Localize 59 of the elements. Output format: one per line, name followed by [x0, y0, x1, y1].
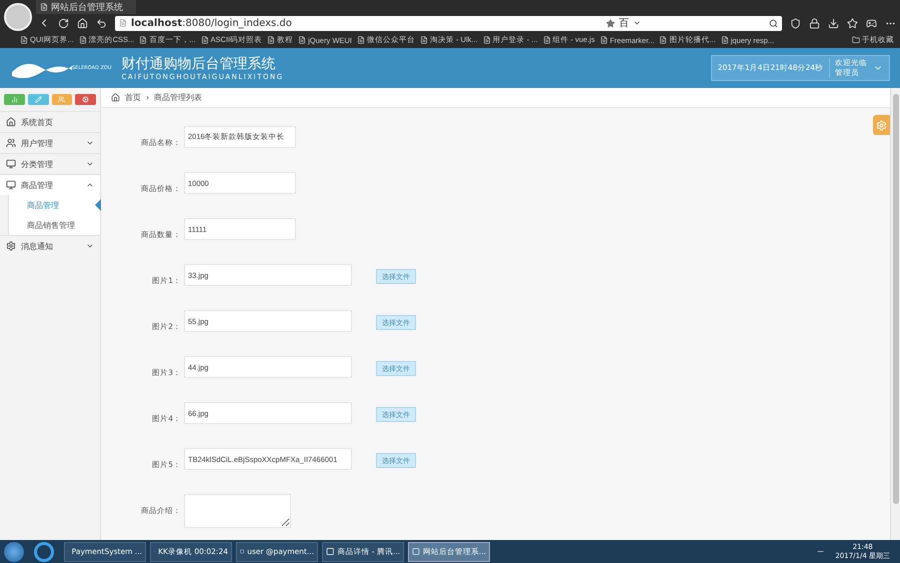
home-icon: [111, 93, 120, 102]
chart-icon: [10, 96, 18, 103]
download-icon[interactable]: [828, 18, 839, 28]
sidebar-subitem[interactable]: 商品管理: [8, 195, 100, 215]
chevron-icon: [86, 181, 94, 189]
scrollbar-thumb[interactable]: [892, 94, 898, 504]
chevron-icon: [86, 160, 94, 168]
folder-icon: [852, 36, 860, 44]
home-icon[interactable]: [77, 18, 88, 28]
lock-icon[interactable]: [809, 18, 820, 28]
home-icon: [6, 117, 16, 127]
system-title: 财付通购物后台管理系统: [121, 55, 276, 73]
sidebar-item[interactable]: 系统首页: [0, 111, 100, 132]
breadcrumb-link[interactable]: 首页: [125, 92, 141, 103]
sidebar-item[interactable]: 用户管理: [0, 132, 100, 153]
search-engine-label[interactable]: 百: [619, 16, 629, 30]
gamepad-icon[interactable]: [866, 18, 877, 28]
sidebar-item[interactable]: 消息通知: [0, 235, 100, 256]
page-icon: [267, 36, 276, 44]
monitor-icon: [6, 180, 16, 190]
page-icon: [139, 36, 148, 44]
chevron-icon: [86, 139, 94, 147]
settings-button[interactable]: [75, 94, 96, 105]
browser-tab[interactable]: 网站后台管理系统: [36, 0, 136, 14]
page-icon: [420, 36, 428, 44]
sidebar-subitem[interactable]: 商品销售管理: [8, 215, 100, 235]
reload-icon[interactable]: [58, 18, 69, 28]
browser-taskbar-icon[interactable]: [34, 542, 54, 562]
breadcrumb-separator: ›: [146, 93, 150, 102]
users-icon: [6, 138, 16, 148]
page-icon: [40, 3, 48, 11]
page-icon: [600, 36, 608, 44]
page-icon: [78, 36, 87, 44]
start-button[interactable]: [4, 542, 24, 562]
page-icon: [200, 36, 209, 44]
undo-icon[interactable]: [96, 18, 107, 28]
page-icon: [482, 36, 491, 44]
page-icon: [720, 36, 729, 44]
page-icon: [659, 36, 668, 44]
sidebar-item[interactable]: 商品管理: [0, 174, 100, 195]
settings-icon: [82, 96, 90, 103]
star-icon[interactable]: [606, 18, 615, 28]
breadcrumb-current: 商品管理列表: [154, 92, 202, 103]
page-icon: [542, 36, 551, 44]
chevron-icon: [86, 242, 94, 250]
pencil-icon: [34, 96, 42, 103]
monitor-icon: [6, 159, 16, 169]
settings-icon: [6, 241, 16, 251]
active-marker-icon: [95, 199, 101, 211]
caret-icon[interactable]: [633, 19, 641, 27]
shield-icon[interactable]: [790, 18, 801, 28]
page-icon: [20, 36, 28, 44]
users-icon: [58, 96, 66, 103]
page-icon: [356, 36, 365, 44]
address-bar[interactable]: localhost:8080/login_indexs.do 百: [115, 16, 782, 30]
search-icon[interactable]: [769, 18, 778, 28]
page-icon: [119, 19, 127, 27]
description-field[interactable]: [184, 494, 291, 528]
page-icon: [298, 36, 306, 44]
